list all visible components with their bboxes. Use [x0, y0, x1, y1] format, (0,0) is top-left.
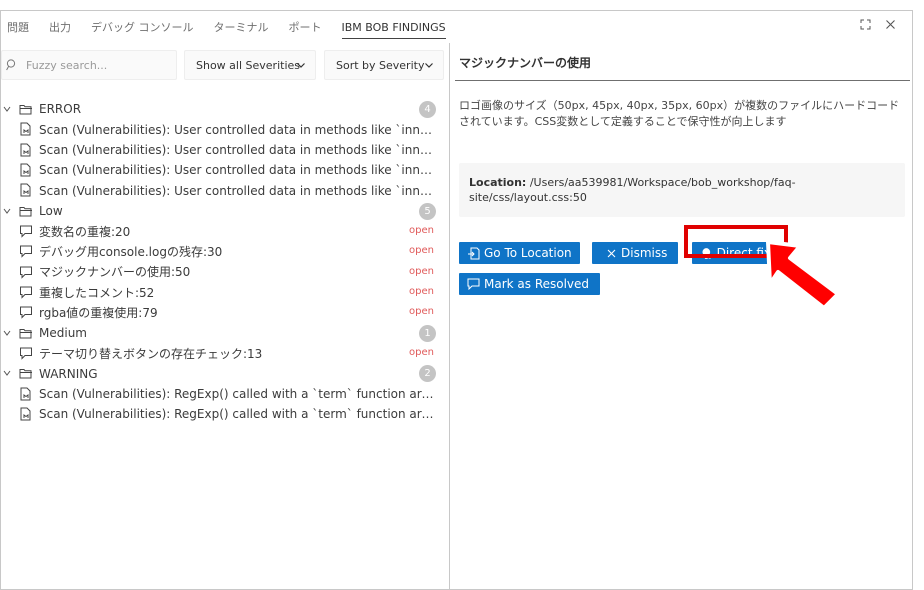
- count-badge: 5: [419, 202, 436, 220]
- findings-pane: Show all Severities Sort by Severity ERR…: [1, 43, 450, 589]
- file-scan-icon: [19, 407, 33, 421]
- comment-icon: [19, 244, 33, 259]
- finding-label: 重複したコメント:52: [39, 285, 155, 300]
- finding-item[interactable]: マジックナンバーの使用:50 open: [1, 262, 450, 282]
- finding-item[interactable]: rgba値の重複使用:79 open: [1, 302, 450, 322]
- finding-item[interactable]: Scan (Vulnerabilities): User controlled …: [1, 180, 450, 200]
- sort-value: Sort by Severity: [336, 58, 425, 72]
- finding-label: テーマ切り替えボタンの存在チェック:13: [39, 346, 263, 361]
- tab-ports[interactable]: ポート: [289, 11, 322, 43]
- tab-output[interactable]: 出力: [49, 11, 71, 43]
- search-icon: [6, 59, 16, 71]
- folder-icon: [19, 326, 33, 340]
- finding-label: Scan (Vulnerabilities): RegExp() called …: [39, 386, 437, 401]
- finding-description: ロゴ画像のサイズ（50px, 45px, 40px, 35px, 60px）が複…: [459, 99, 900, 128]
- tab-terminal[interactable]: ターミナル: [214, 11, 269, 43]
- tree-group-error[interactable]: ERROR 4: [1, 99, 450, 119]
- tab-ibm-bob-findings[interactable]: IBM BOB FINDINGS: [341, 17, 446, 39]
- finding-label: Scan (Vulnerabilities): User controlled …: [39, 122, 437, 137]
- comment-icon: [19, 305, 33, 320]
- comment-icon: [467, 278, 480, 290]
- comment-icon: [19, 224, 33, 238]
- go-to-location-button[interactable]: Go To Location: [459, 242, 580, 264]
- folder-icon: [19, 102, 33, 116]
- comment-icon: [19, 285, 33, 299]
- status-badge: open: [409, 225, 434, 237]
- finding-label: Scan (Vulnerabilities): RegExp() called …: [39, 407, 437, 422]
- chevron-down-icon[interactable]: [3, 368, 11, 382]
- finding-item[interactable]: 重複したコメント:52 open: [1, 282, 450, 302]
- chevron-down-icon[interactable]: [3, 104, 11, 118]
- folder-icon: [19, 204, 33, 218]
- finding-label: rgba値の重複使用:79: [39, 306, 158, 321]
- finding-label: Scan (Vulnerabilities): User controlled …: [39, 163, 437, 178]
- count-badge: 1: [419, 324, 436, 342]
- location-box: Location: /Users/aa539981/Workspace/bob_…: [459, 163, 905, 217]
- file-scan-icon: [19, 183, 33, 197]
- status-badge: open: [409, 347, 434, 359]
- finding-label: Scan (Vulnerabilities): User controlled …: [39, 142, 437, 157]
- location-label: Location:: [469, 176, 527, 189]
- pointer-arrow-icon: [766, 240, 840, 310]
- file-scan-icon: [19, 387, 33, 401]
- chevron-down-icon: [297, 63, 305, 68]
- panel-tab-bar: 問題 出力 デバッグ コンソール ターミナル ポート IBM BOB FINDI…: [1, 11, 912, 43]
- tree-group-medium[interactable]: Medium 1: [1, 323, 450, 343]
- go-to-file-icon: [468, 247, 480, 259]
- panel-actions: [860, 19, 896, 33]
- file-scan-icon: [19, 143, 33, 157]
- finding-label: デバッグ用console.logの残存:30: [39, 245, 223, 260]
- finding-item[interactable]: Scan (Vulnerabilities): User controlled …: [1, 160, 450, 180]
- maximize-icon[interactable]: [860, 19, 871, 33]
- tab-debug-console[interactable]: デバッグ コンソール: [91, 11, 194, 43]
- comment-icon: [19, 265, 33, 279]
- finding-label: Scan (Vulnerabilities): User controlled …: [39, 183, 437, 198]
- dismiss-button[interactable]: Dismiss: [592, 242, 678, 264]
- search-input[interactable]: [26, 58, 166, 72]
- severity-filter-select[interactable]: Show all Severities: [184, 50, 316, 80]
- comment-icon: [19, 346, 33, 360]
- status-badge: open: [409, 265, 434, 277]
- count-badge: 4: [419, 101, 436, 118]
- severity-filter-value: Show all Severities: [196, 58, 301, 72]
- finding-item[interactable]: Scan (Vulnerabilities): RegExp() called …: [1, 404, 450, 424]
- status-badge: open: [409, 245, 434, 257]
- finding-title: マジックナンバーの使用: [459, 56, 592, 70]
- group-label: Medium: [39, 325, 87, 340]
- finding-item[interactable]: Scan (Vulnerabilities): RegExp() called …: [1, 384, 450, 404]
- finding-item[interactable]: テーマ切り替えボタンの存在チェック:13 open: [1, 343, 450, 363]
- findings-toolbar: Show all Severities Sort by Severity: [1, 50, 450, 80]
- status-badge: open: [409, 286, 434, 298]
- sort-select[interactable]: Sort by Severity: [324, 50, 444, 80]
- finding-item[interactable]: Scan (Vulnerabilities): User controlled …: [1, 119, 450, 139]
- close-icon[interactable]: [885, 19, 896, 33]
- close-icon: [607, 249, 616, 257]
- divider: [455, 80, 910, 81]
- finding-label: 変数名の重複:20: [39, 224, 131, 239]
- finding-detail: マジックナンバーの使用 ロゴ画像のサイズ（50px, 45px, 40px, 3…: [451, 43, 912, 589]
- tab-problems[interactable]: 問題: [7, 11, 29, 43]
- status-badge: open: [409, 306, 434, 318]
- group-label: ERROR: [39, 102, 82, 117]
- count-badge: 2: [419, 365, 436, 383]
- folder-icon: [19, 366, 33, 380]
- tree-group-warning[interactable]: WARNING 2: [1, 363, 450, 383]
- findings-tree: ERROR 4 Scan (Vulnerabilities): User contr…: [1, 99, 450, 425]
- tree-group-low[interactable]: Low 5: [1, 201, 450, 221]
- file-scan-icon: [19, 122, 33, 136]
- chevron-down-icon[interactable]: [3, 206, 11, 220]
- mark-resolved-button[interactable]: Mark as Resolved: [459, 273, 600, 295]
- chevron-down-icon: [425, 63, 433, 68]
- file-scan-icon: [19, 163, 33, 177]
- group-label: WARNING: [39, 366, 98, 381]
- finding-item[interactable]: Scan (Vulnerabilities): User controlled …: [1, 140, 450, 160]
- finding-label: マジックナンバーの使用:50: [39, 265, 191, 280]
- chevron-down-icon[interactable]: [3, 328, 11, 342]
- search-box[interactable]: [1, 50, 177, 80]
- group-label: Low: [39, 203, 63, 218]
- finding-item[interactable]: デバッグ用console.logの残存:30 open: [1, 241, 450, 261]
- finding-item[interactable]: 変数名の重複:20 open: [1, 221, 450, 241]
